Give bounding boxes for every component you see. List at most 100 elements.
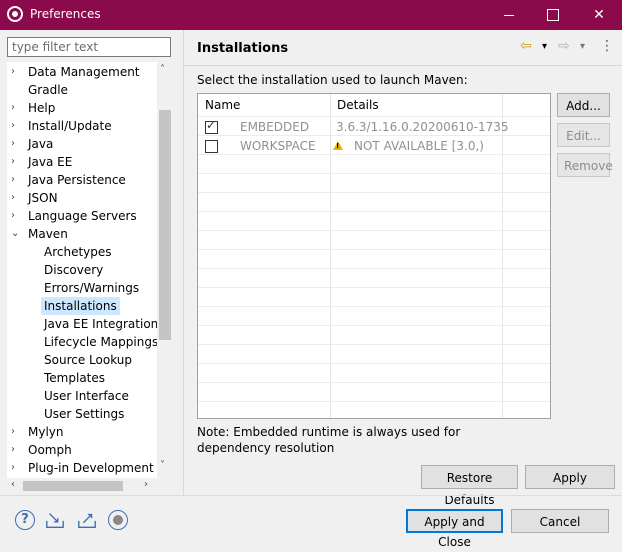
sidebar-item[interactable]: Java EE Integration xyxy=(7,315,158,333)
export-icon[interactable] xyxy=(77,510,97,530)
sidebar-item[interactable]: Discovery xyxy=(7,261,157,279)
cancel-button[interactable]: Cancel xyxy=(511,509,609,533)
row-gridline xyxy=(198,173,550,174)
scroll-left-icon[interactable]: ‹ xyxy=(11,479,15,490)
installations-table[interactable]: Name Details EMBEDDED 3.6.3/1.16.0.20200… xyxy=(197,93,551,419)
back-icon[interactable]: ⇦ xyxy=(520,38,532,54)
sidebar-item[interactable]: Gradle xyxy=(7,81,157,99)
filter-input[interactable] xyxy=(7,37,171,57)
maximize-button[interactable] xyxy=(530,0,576,30)
installation-name: WORKSPACE xyxy=(240,139,316,153)
sidebar-item-label: Maven xyxy=(28,227,68,241)
chevron-down-icon[interactable]: ⌄ xyxy=(11,225,21,243)
sidebar-item-label: Java Persistence xyxy=(28,173,126,187)
chevron-right-icon[interactable]: › xyxy=(11,207,21,225)
scroll-thumb[interactable] xyxy=(159,110,171,340)
scroll-right-icon[interactable]: › xyxy=(144,479,148,490)
sidebar-item[interactable]: Installations xyxy=(7,297,157,315)
scroll-down-icon[interactable]: ˅ xyxy=(160,460,165,471)
sidebar-item[interactable]: › Java EE xyxy=(7,153,157,171)
window-title: Preferences xyxy=(30,7,101,21)
warning-icon xyxy=(333,141,343,150)
row-gridline xyxy=(198,401,550,402)
workspace-checkbox[interactable] xyxy=(205,140,218,153)
sidebar-item[interactable]: Errors/Warnings xyxy=(7,279,157,297)
sidebar-item-label: Discovery xyxy=(44,263,104,277)
chevron-right-icon[interactable]: › xyxy=(11,153,21,171)
sidebar-item-label: Install/Update xyxy=(28,119,112,133)
chevron-right-icon[interactable]: › xyxy=(11,423,21,441)
sidebar-item[interactable]: User Settings xyxy=(7,405,157,423)
scroll-thumb-horizontal[interactable] xyxy=(23,481,123,491)
sidebar-item-label: User Settings xyxy=(44,407,125,421)
tree-horizontal-scrollbar[interactable]: ‹ › xyxy=(7,478,157,494)
header-divider xyxy=(184,65,622,66)
sidebar-item[interactable]: › Oomph xyxy=(7,441,157,459)
close-button[interactable]: ✕ xyxy=(576,0,622,30)
tree-vertical-scrollbar[interactable]: ˄ ˅ xyxy=(157,62,173,478)
sidebar-item[interactable]: Lifecycle Mappings xyxy=(7,333,159,351)
edit-button[interactable]: Edit... xyxy=(557,123,610,147)
preferences-tree[interactable]: › Data Management Gradle › Help › Install/Upda… xyxy=(7,62,173,478)
sidebar-item-label: Lifecycle Mappings xyxy=(44,335,159,349)
chevron-right-icon[interactable]: › xyxy=(11,189,21,207)
chevron-right-icon[interactable]: › xyxy=(11,441,21,459)
forward-menu-icon[interactable]: ▾ xyxy=(580,41,585,52)
sidebar-item[interactable]: User Interface xyxy=(7,387,157,405)
sidebar-item[interactable]: › Java Persistence xyxy=(7,171,157,189)
eclipse-icon xyxy=(7,6,23,22)
chevron-right-icon[interactable]: › xyxy=(11,117,21,135)
pane-divider[interactable] xyxy=(183,30,184,495)
sidebar-item-label: Java EE xyxy=(28,155,73,169)
title-bar: Preferences ✕ xyxy=(0,0,622,30)
column-separator xyxy=(502,94,503,418)
chevron-right-icon[interactable]: › xyxy=(11,63,21,81)
import-icon[interactable] xyxy=(45,510,65,530)
add-button[interactable]: Add... xyxy=(557,93,610,117)
embedded-checkbox[interactable] xyxy=(205,118,218,134)
row-gridline xyxy=(198,325,550,326)
sidebar-item[interactable]: › Help xyxy=(7,99,157,117)
sidebar-item[interactable]: › Mylyn xyxy=(7,423,157,441)
close-icon: ✕ xyxy=(593,7,605,23)
column-header-details[interactable]: Details xyxy=(330,94,507,116)
record-icon[interactable] xyxy=(108,510,128,530)
scroll-up-icon[interactable]: ˄ xyxy=(160,64,165,75)
remove-button[interactable]: Remove xyxy=(557,153,613,177)
chevron-right-icon[interactable]: › xyxy=(11,99,21,117)
minimize-button[interactable] xyxy=(486,0,532,30)
sidebar-item[interactable]: Templates xyxy=(7,369,157,387)
restore-defaults-button[interactable]: Restore Defaults xyxy=(421,465,518,507)
row-gridline xyxy=(198,363,550,364)
apply-button[interactable]: Apply xyxy=(525,465,615,489)
chevron-right-icon[interactable]: › xyxy=(11,135,21,153)
sidebar-item[interactable]: › Plug-in Development xyxy=(7,459,157,477)
sidebar-item[interactable]: Archetypes xyxy=(7,243,157,261)
sidebar-item-label: Installations xyxy=(41,297,120,315)
help-icon[interactable]: ? xyxy=(15,510,35,530)
sidebar-item[interactable]: › Language Servers xyxy=(7,207,157,225)
forward-icon[interactable]: ⇨ xyxy=(558,38,570,54)
sidebar-item-label: Help xyxy=(28,101,56,115)
sidebar-item[interactable]: › JSON xyxy=(7,189,157,207)
column-header-name[interactable]: Name xyxy=(198,94,330,116)
sidebar-item-label: Errors/Warnings xyxy=(44,281,140,295)
sidebar-item[interactable]: Source Lookup xyxy=(7,351,157,369)
apply-and-close-button[interactable]: Apply and Close xyxy=(406,509,503,549)
sidebar-item[interactable]: › Install/Update xyxy=(7,117,157,135)
more-menu-icon[interactable]: ⋮ xyxy=(600,38,614,54)
sidebar-item-label: Templates xyxy=(44,371,106,385)
row-gridline xyxy=(198,230,550,231)
row-gridline xyxy=(198,344,550,345)
sidebar-item[interactable]: › Data Management xyxy=(7,63,157,81)
installations-prompt: Select the installation used to launch M… xyxy=(197,73,468,87)
row-gridline xyxy=(198,268,550,269)
back-menu-icon[interactable]: ▾ xyxy=(542,41,547,52)
sidebar-item-label: JSON xyxy=(28,191,58,205)
sidebar-item[interactable]: ⌄ Maven xyxy=(7,225,157,243)
sidebar-item-label: Source Lookup xyxy=(44,353,132,367)
row-gridline xyxy=(198,116,550,117)
sidebar-item[interactable]: › Java xyxy=(7,135,157,153)
chevron-right-icon[interactable]: › xyxy=(11,171,21,189)
chevron-right-icon[interactable]: › xyxy=(11,459,21,477)
